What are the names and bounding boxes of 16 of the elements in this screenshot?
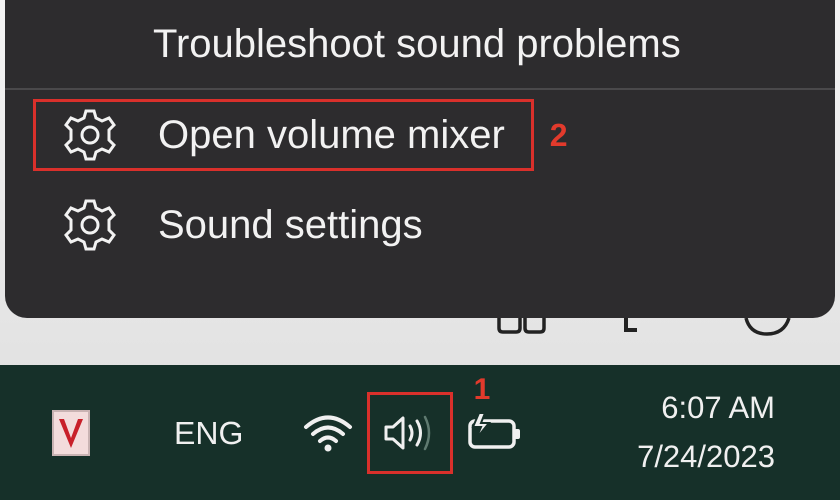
wifi-icon[interactable]: [303, 412, 354, 452]
taskbar-icon[interactable]: [497, 318, 546, 334]
callout-number: 2: [550, 116, 568, 155]
taskbar-icon[interactable]: [744, 318, 791, 336]
menu-item[interactable]: Sound settings: [33, 189, 452, 261]
settings-icon: [62, 107, 118, 163]
menu-item-label: Sound settings: [158, 202, 423, 249]
menu-item-label: Open volume mixer: [158, 112, 505, 159]
clock-time[interactable]: 6:07 AM: [637, 384, 775, 432]
app-icon[interactable]: [52, 410, 90, 456]
clock-date[interactable]: 7/24/2023: [637, 432, 775, 481]
taskbar-icon[interactable]: [624, 318, 637, 332]
callout-number: 1: [474, 372, 490, 408]
menu-item[interactable]: Troubleshoot sound problems: [5, 0, 835, 88]
language-indicator[interactable]: ENG: [174, 408, 244, 456]
settings-icon: [62, 197, 118, 253]
